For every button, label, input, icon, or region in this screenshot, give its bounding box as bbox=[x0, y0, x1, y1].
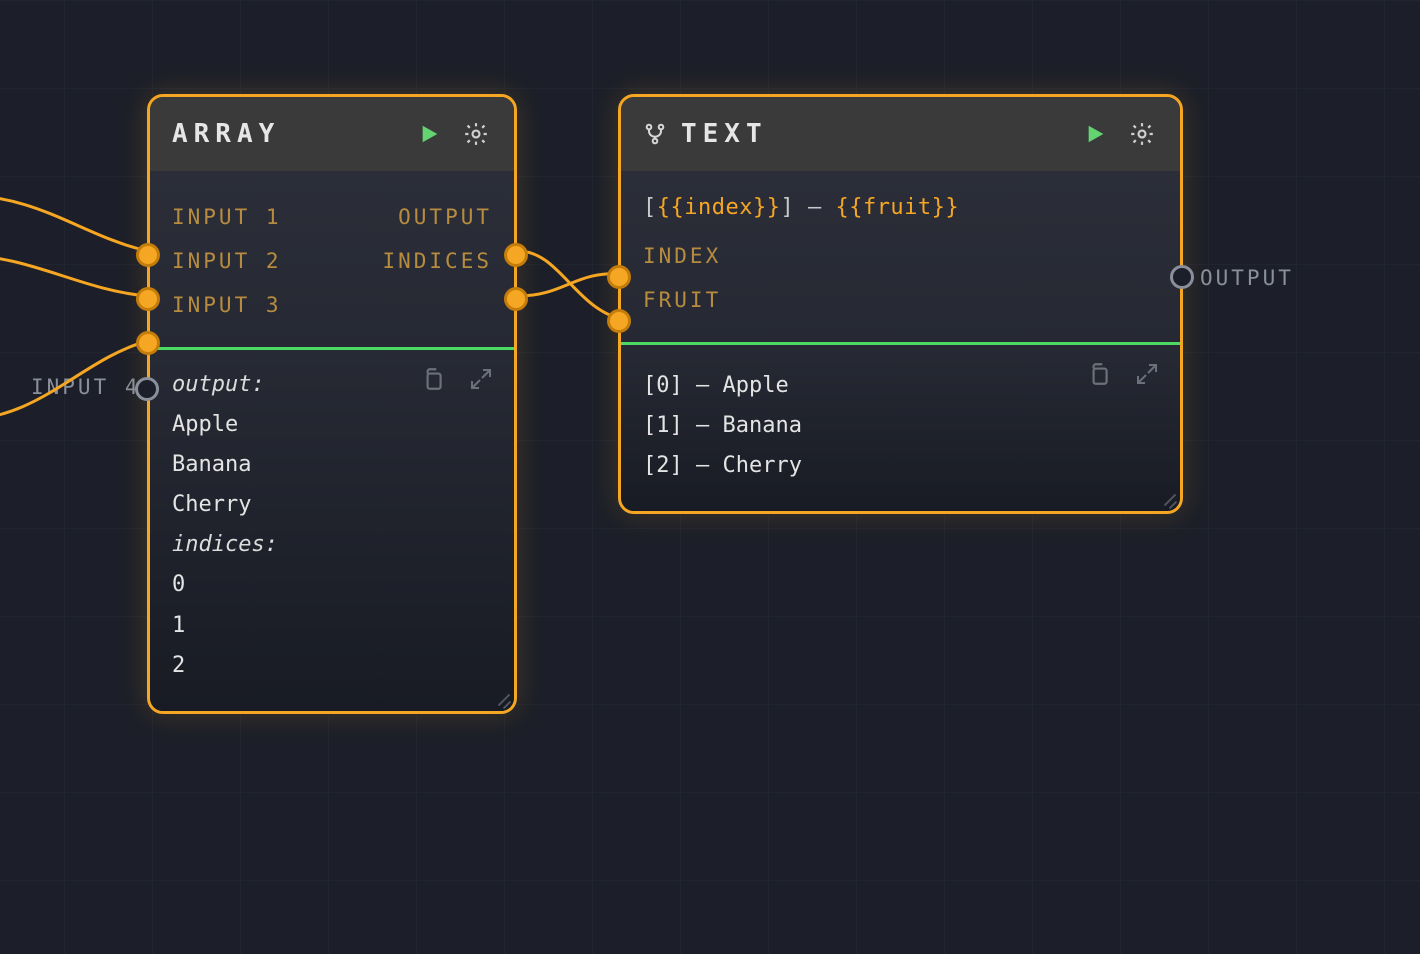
text-ports-area: [{{index}}] – {{fruit}} INDEX FRUIT bbox=[621, 171, 1180, 342]
array-output-value: Apple bbox=[172, 408, 492, 442]
array-indices-port[interactable] bbox=[504, 287, 528, 311]
array-output-body: output: Apple Banana Cherry indices: 0 1… bbox=[150, 350, 514, 711]
template-var-index: {{index}} bbox=[657, 195, 781, 220]
text-output-port[interactable] bbox=[1170, 265, 1194, 289]
play-icon[interactable] bbox=[1080, 118, 1112, 150]
array-node-header[interactable]: ARRAY bbox=[150, 97, 514, 171]
array-indices-label: INDICES bbox=[382, 249, 492, 273]
text-output-line: [2] – Cherry bbox=[643, 449, 1158, 483]
text-node-header[interactable]: TEXT bbox=[621, 97, 1180, 171]
play-icon[interactable] bbox=[414, 118, 446, 150]
text-node[interactable]: TEXT [{{index}}] – {{fruit}} INDEX FRUIT bbox=[618, 94, 1183, 514]
array-output-value: Banana bbox=[172, 448, 492, 482]
copy-icon[interactable] bbox=[418, 364, 448, 394]
text-output-external-label: OUTPUT bbox=[1200, 266, 1294, 290]
expand-icon[interactable] bbox=[466, 364, 496, 394]
array-input-2-port[interactable] bbox=[136, 287, 160, 311]
external-input-4-port[interactable] bbox=[135, 377, 159, 401]
text-template: [{{index}}] – {{fruit}} bbox=[643, 195, 1158, 220]
array-input-2-label: INPUT 2 bbox=[172, 249, 282, 273]
fork-icon bbox=[643, 122, 667, 146]
array-input-3-label: INPUT 3 bbox=[172, 293, 282, 317]
array-node[interactable]: ARRAY INPUT 1 OUTPUT INPUT 2 INDICES INP… bbox=[147, 94, 517, 714]
array-indices-value: 1 bbox=[172, 609, 492, 643]
array-input-3-port[interactable] bbox=[136, 331, 160, 355]
template-mid: ] – bbox=[780, 195, 835, 220]
array-input-1-label: INPUT 1 bbox=[172, 205, 282, 229]
external-input-4-label: INPUT 4 bbox=[31, 375, 141, 399]
array-output-label: OUTPUT bbox=[398, 205, 492, 229]
text-node-title: TEXT bbox=[681, 119, 1066, 149]
resize-handle[interactable] bbox=[1158, 489, 1176, 507]
array-indices-value: 0 bbox=[172, 568, 492, 602]
text-fruit-port[interactable] bbox=[607, 309, 631, 333]
text-output-line: [0] – Apple bbox=[643, 369, 1158, 403]
indices-heading: indices: bbox=[172, 528, 492, 562]
gear-icon[interactable] bbox=[460, 118, 492, 150]
gear-icon[interactable] bbox=[1126, 118, 1158, 150]
array-input-1-port[interactable] bbox=[136, 243, 160, 267]
text-input-fruit-label: FRUIT bbox=[643, 288, 721, 312]
text-output-body: [0] – Apple [1] – Banana [2] – Cherry bbox=[621, 345, 1180, 511]
array-output-value: Cherry bbox=[172, 488, 492, 522]
copy-icon[interactable] bbox=[1084, 359, 1114, 389]
template-prefix: [ bbox=[643, 195, 657, 220]
array-indices-value: 2 bbox=[172, 649, 492, 683]
expand-icon[interactable] bbox=[1132, 359, 1162, 389]
resize-handle[interactable] bbox=[492, 689, 510, 707]
array-node-title: ARRAY bbox=[172, 119, 400, 149]
text-index-port[interactable] bbox=[607, 265, 631, 289]
template-var-fruit: {{fruit}} bbox=[835, 195, 959, 220]
array-output-port[interactable] bbox=[504, 243, 528, 267]
text-input-index-label: INDEX bbox=[643, 244, 721, 268]
array-ports-area: INPUT 1 OUTPUT INPUT 2 INDICES INPUT 3 bbox=[150, 171, 514, 347]
text-output-line: [1] – Banana bbox=[643, 409, 1158, 443]
